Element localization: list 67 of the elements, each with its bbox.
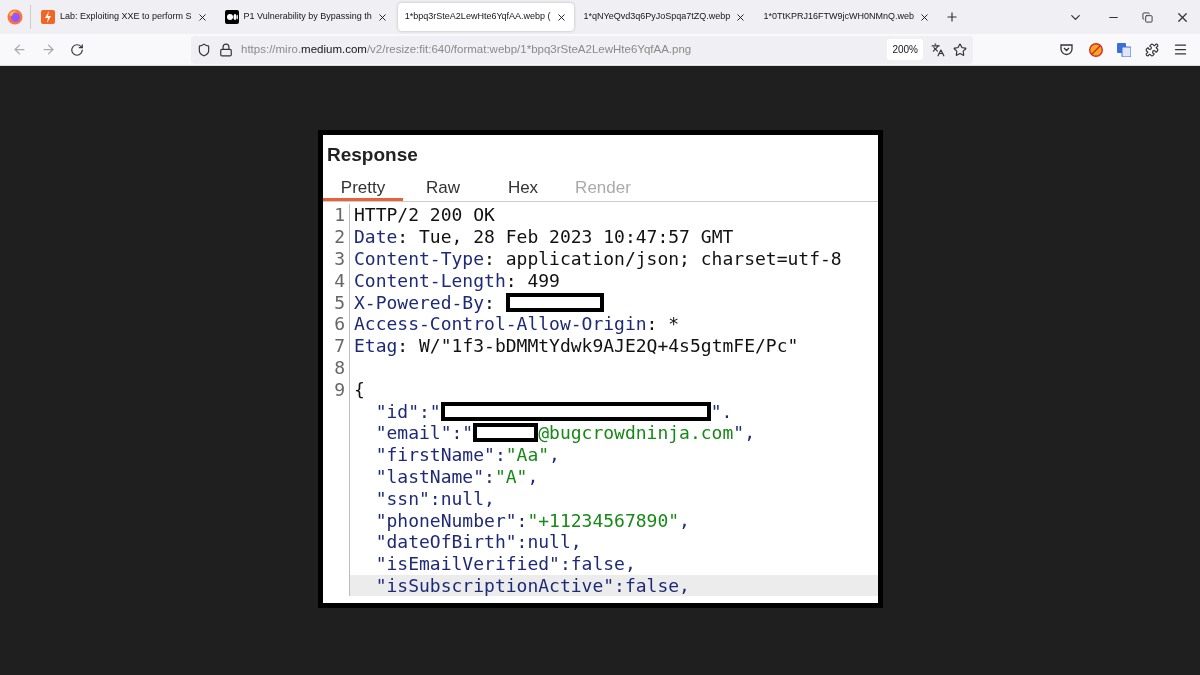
extensions-icon[interactable] (1145, 42, 1159, 57)
close-icon[interactable] (555, 11, 567, 23)
code-line: Date: Tue, 28 Feb 2023 10:47:57 GMT (353, 225, 735, 248)
browser-tab[interactable]: Lab: Exploiting XXE to perform S (34, 3, 215, 31)
code-text: "id":" (374, 399, 441, 424)
close-icon[interactable] (196, 11, 208, 23)
tab-title: P1 Vulnerability by Bypassing th (243, 10, 372, 24)
line-number: 3 (334, 247, 345, 271)
code-line: Etag: W/"1f3-bDMMtYdwk9AJE2Q+4s5gtmFE/Pc" (353, 334, 800, 357)
line-number: 7 (334, 334, 345, 359)
shield-icon[interactable] (197, 42, 211, 57)
code-text: "email":" (374, 421, 474, 446)
line-number: 6 (334, 312, 345, 337)
code-text: : (484, 291, 496, 315)
zoom-level[interactable]: 200% (887, 39, 923, 60)
line-number: 9 (334, 377, 345, 402)
code-text: ". (710, 399, 733, 424)
code-text: @bugcrowdninja.com (538, 421, 734, 446)
browser-logo-icon[interactable] (7, 9, 23, 25)
line-number: 1 (334, 203, 345, 228)
code-line: "lastName":"A", (374, 465, 540, 488)
code-line: "firstName":"Aa", (374, 443, 561, 466)
tab-title: 1*qNYeQvd3q6PyJoSpqa7tZQ.webp (583, 10, 731, 24)
code-line: { (353, 378, 366, 401)
url-text: https://miro.medium.com/v2/resize:fit:640/format:webp/1*bpq3rSteA2LewHte6YqfAA.png (241, 41, 693, 57)
restore-icon[interactable] (1142, 11, 1153, 23)
tab-title: Lab: Exploiting XXE to perform S (60, 10, 192, 24)
new-tab-icon[interactable] (944, 10, 959, 24)
code-text: ", (733, 421, 755, 446)
code-line: "dateOfBirth":null, (374, 531, 583, 553)
close-icon[interactable] (735, 11, 747, 23)
close-icon[interactable] (376, 11, 388, 23)
lock-icon[interactable] (219, 42, 233, 57)
code-line: HTTP/2 200 OK (353, 204, 496, 226)
code-text: X-Powered-By (354, 291, 485, 315)
code-line: Content-Length: 499 (353, 269, 561, 292)
code-line: "phoneNumber":"+11234567890", (374, 509, 691, 531)
line-number: 4 (334, 268, 345, 293)
lightning-icon (41, 10, 55, 24)
code-line: "isEmailVerified":false, (374, 552, 637, 575)
line-number: 5 (334, 290, 345, 315)
view-tab[interactable]: Pretty (323, 172, 403, 201)
redaction-bar (473, 423, 539, 443)
pocket-icon[interactable] (1060, 43, 1073, 56)
menu-icon[interactable] (1173, 42, 1188, 57)
translate-extension-icon[interactable] (1117, 42, 1131, 57)
code-line: Content-Type: application/json; charset=utf-8 (353, 247, 843, 270)
close-icon[interactable] (918, 11, 930, 23)
line-number: 2 (334, 225, 345, 250)
view-tab[interactable]: Hex (483, 172, 563, 201)
browser-tab[interactable]: 1*0TtKPRJ16FTW9jcWH0NMnQ.web (756, 3, 937, 31)
view-tab[interactable]: Raw (403, 172, 483, 201)
reload-icon[interactable] (70, 42, 84, 57)
browser-tab[interactable]: P1 Vulnerability by Bypassing th (217, 3, 395, 31)
tab-title: 1*bpq3rSteA2LewHte6YqfAA.webp ( (404, 10, 551, 24)
browser-tab[interactable]: 1*qNYeQvd3q6PyJoSpqa7tZQ.webp (576, 3, 754, 31)
bookmark-star-icon[interactable] (953, 42, 967, 57)
browser-tab[interactable]: 1*bpq3rSteA2LewHte6YqfAA.webp ( (397, 3, 574, 31)
address-bar[interactable]: https://miro.medium.com/v2/resize:fit:640/format:webp/1*bpq3rSteA2LewHte6YqfAA.png 200% (191, 35, 973, 64)
tab-title: 1*0TtKPRJ16FTW9jcWH0NMnQ.web (763, 10, 914, 24)
line-number: 8 (334, 356, 345, 380)
dots-icon (224, 10, 239, 24)
blocked-extension-icon[interactable] (1089, 42, 1103, 57)
translate-icon[interactable] (931, 42, 945, 57)
code-line: Access-Control-Allow-Origin: * (353, 313, 681, 335)
panel-title: Response (326, 143, 419, 167)
code-line: "ssn":null, (374, 487, 496, 510)
